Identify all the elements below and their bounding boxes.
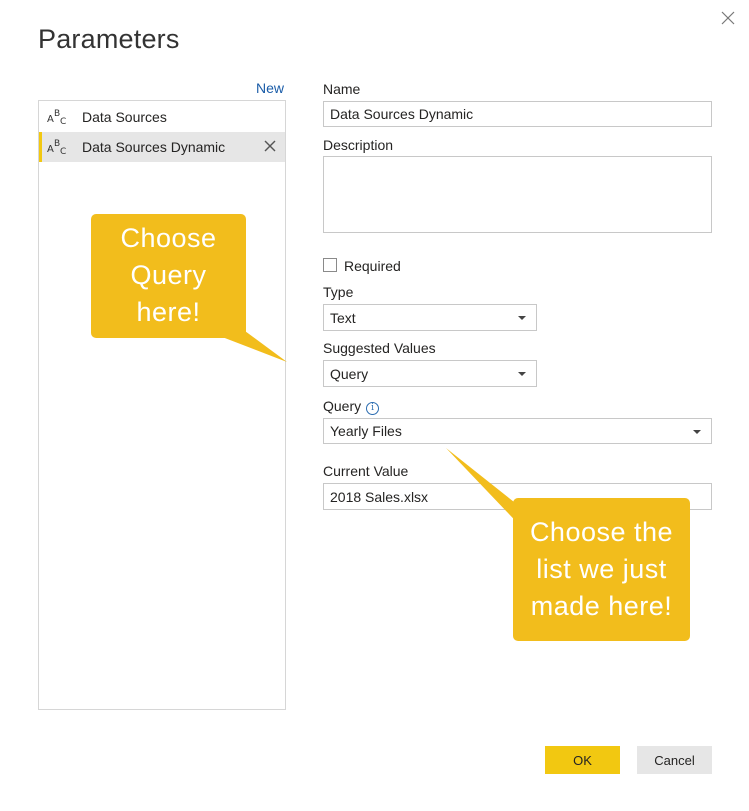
left-callout-line-2: Query — [130, 260, 207, 290]
ok-button[interactable]: OK — [545, 746, 620, 774]
svg-text:A: A — [47, 114, 54, 125]
query-select-value: Yearly Files — [330, 423, 402, 439]
name-input[interactable]: Data Sources Dynamic — [323, 101, 712, 127]
close-icon — [721, 11, 735, 25]
list-item-label: Data Sources Dynamic — [82, 139, 226, 155]
required-label: Required — [344, 258, 401, 274]
query-select[interactable]: Yearly Files — [323, 418, 712, 444]
svg-text:C: C — [60, 117, 66, 127]
type-select[interactable]: Text — [323, 304, 537, 331]
list-item-data-sources-dynamic[interactable]: A B C Data Sources Dynamic — [39, 132, 285, 162]
description-textarea[interactable] — [323, 156, 712, 233]
required-checkbox[interactable] — [323, 258, 337, 272]
left-callout-line-3: here! — [136, 297, 201, 327]
parameter-list: A B C Data Sources A B C Data Sources Dy… — [38, 100, 286, 710]
svg-text:A: A — [47, 144, 54, 155]
left-callout-line-1: Choose — [120, 223, 217, 253]
type-select-value: Text — [330, 309, 356, 326]
chevron-down-icon — [518, 316, 526, 320]
chevron-down-icon — [518, 372, 526, 376]
right-callout-line-1: Choose the — [529, 517, 674, 547]
description-label: Description — [323, 137, 394, 153]
right-callout-line-2: list we just — [536, 554, 667, 584]
svg-text:C: C — [60, 147, 66, 157]
info-icon[interactable]: i — [366, 402, 380, 415]
dialog-title: Parameters — [38, 24, 180, 54]
query-label-row: Query i — [323, 398, 380, 415]
abc-text-type-icon: A B C — [47, 109, 66, 127]
right-callout: Choose the list we just made here! — [513, 498, 690, 641]
left-callout: Choose Query here! — [91, 214, 246, 338]
query-label: Query — [323, 398, 362, 414]
type-label: Type — [323, 284, 354, 300]
right-callout-line-3: made here! — [530, 591, 673, 621]
abc-text-type-icon: A B C — [47, 139, 66, 157]
chevron-down-icon — [693, 430, 701, 434]
delete-parameter-icon[interactable] — [263, 139, 277, 153]
close-button[interactable] — [716, 6, 740, 30]
cancel-button[interactable]: Cancel — [637, 746, 712, 774]
suggested-values-label: Suggested Values — [323, 340, 436, 356]
list-item-data-sources[interactable]: A B C Data Sources — [39, 102, 285, 132]
suggested-values-select-value: Query — [330, 365, 369, 382]
list-item-label: Data Sources — [82, 109, 167, 125]
suggested-values-select[interactable]: Query — [323, 360, 537, 387]
current-value-label: Current Value — [323, 463, 409, 479]
new-parameter-link[interactable]: New — [256, 80, 284, 96]
name-label: Name — [323, 81, 361, 97]
